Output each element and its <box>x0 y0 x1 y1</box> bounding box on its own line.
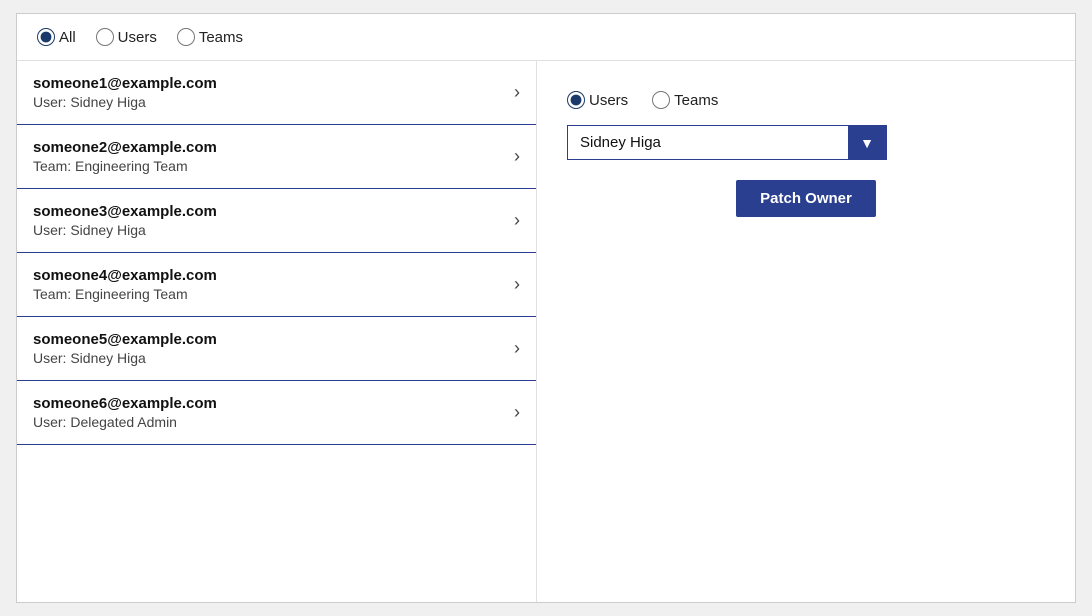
filter-users[interactable]: Users <box>96 28 157 46</box>
chevron-right-icon: › <box>514 274 520 295</box>
list-item[interactable]: someone4@example.com Team: Engineering T… <box>17 253 536 317</box>
filter-all-label: All <box>59 29 76 46</box>
right-filter-teams[interactable]: Teams <box>652 91 718 109</box>
list-item-content: someone1@example.com User: Sidney Higa <box>33 75 217 110</box>
list-item-email: someone4@example.com <box>33 267 217 284</box>
list-item-content: someone6@example.com User: Delegated Adm… <box>33 395 217 430</box>
list-item[interactable]: someone1@example.com User: Sidney Higa › <box>17 61 536 125</box>
chevron-right-icon: › <box>514 210 520 231</box>
list-item[interactable]: someone2@example.com Team: Engineering T… <box>17 125 536 189</box>
right-panel: Users Teams Sidney Higa ▼ Patch Owner <box>537 61 1075 602</box>
filter-teams-label: Teams <box>199 29 243 46</box>
list-item-sub: Team: Engineering Team <box>33 286 217 302</box>
filter-users-label: Users <box>118 29 157 46</box>
radio-all[interactable] <box>37 28 55 46</box>
chevron-right-icon: › <box>514 338 520 359</box>
right-teams-label: Teams <box>674 92 718 109</box>
right-radio-users[interactable] <box>567 91 585 109</box>
list-item-email: someone1@example.com <box>33 75 217 92</box>
right-users-label: Users <box>589 92 628 109</box>
chevron-right-icon: › <box>514 146 520 167</box>
list-item-sub: User: Sidney Higa <box>33 94 217 110</box>
chevron-right-icon: › <box>514 402 520 423</box>
list-item-content: someone4@example.com Team: Engineering T… <box>33 267 217 302</box>
list-item-sub: User: Sidney Higa <box>33 350 217 366</box>
radio-teams[interactable] <box>177 28 195 46</box>
list-item-sub: User: Sidney Higa <box>33 222 217 238</box>
dropdown-arrow-icon[interactable]: ▼ <box>848 126 886 159</box>
list-item-email: someone2@example.com <box>33 139 217 156</box>
radio-users[interactable] <box>96 28 114 46</box>
filter-all[interactable]: All <box>37 28 76 46</box>
list-item[interactable]: someone6@example.com User: Delegated Adm… <box>17 381 536 445</box>
patch-owner-button[interactable]: Patch Owner <box>736 180 876 217</box>
list-item-email: someone3@example.com <box>33 203 217 220</box>
main-container: All Users Teams someone1@example.com Use… <box>16 13 1076 603</box>
list-item-email: someone5@example.com <box>33 331 217 348</box>
list-item-content: someone5@example.com User: Sidney Higa <box>33 331 217 366</box>
list-item-content: someone3@example.com User: Sidney Higa <box>33 203 217 238</box>
right-radio-teams[interactable] <box>652 91 670 109</box>
left-panel: someone1@example.com User: Sidney Higa ›… <box>17 61 537 602</box>
list-item-content: someone2@example.com Team: Engineering T… <box>33 139 217 174</box>
content-area: someone1@example.com User: Sidney Higa ›… <box>17 61 1075 602</box>
owner-dropdown[interactable]: Sidney Higa ▼ <box>567 125 887 160</box>
dropdown-selected-value: Sidney Higa <box>568 126 848 159</box>
list-item-email: someone6@example.com <box>33 395 217 412</box>
list-item[interactable]: someone5@example.com User: Sidney Higa › <box>17 317 536 381</box>
list-item-sub: User: Delegated Admin <box>33 414 217 430</box>
chevron-right-icon: › <box>514 82 520 103</box>
list-item-sub: Team: Engineering Team <box>33 158 217 174</box>
filter-teams[interactable]: Teams <box>177 28 243 46</box>
top-filter-bar: All Users Teams <box>17 14 1075 61</box>
right-filter-users[interactable]: Users <box>567 91 628 109</box>
right-radio-group: Users Teams <box>567 91 1045 109</box>
list-item[interactable]: someone3@example.com User: Sidney Higa › <box>17 189 536 253</box>
